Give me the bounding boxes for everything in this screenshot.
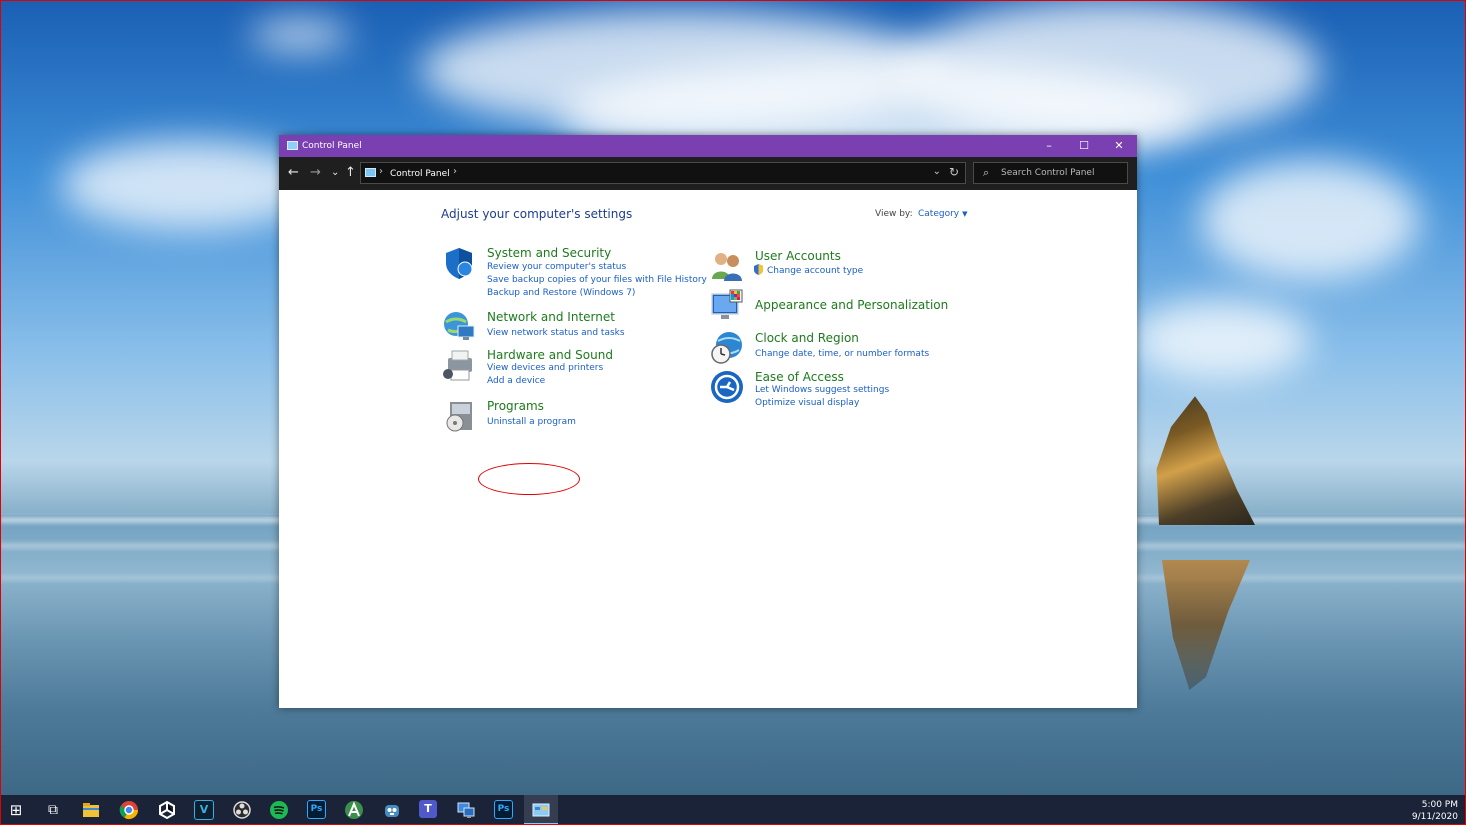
category-title[interactable]: Programs <box>487 399 544 413</box>
forward-arrow-icon[interactable]: → <box>310 165 321 181</box>
page-heading: Adjust your computer's settings <box>441 207 633 221</box>
control-panel-small-icon <box>365 168 376 177</box>
dropdown-caret-icon: ▼ <box>962 210 968 218</box>
search-icon: ⌕ <box>983 166 990 179</box>
link-file-history[interactable]: Save backup copies of your files with Fi… <box>487 274 707 286</box>
highlight-circle <box>478 463 580 495</box>
user-accounts-icon <box>712 253 742 281</box>
link-network-status[interactable]: View network status and tasks <box>487 327 625 339</box>
view-by-dropdown[interactable]: Category ▼ <box>918 209 968 219</box>
address-field[interactable]: › Control Panel › ⌄ ↻ <box>360 162 966 184</box>
chrome-icon[interactable] <box>119 800 139 820</box>
category-title[interactable]: Clock and Region <box>755 331 859 345</box>
category-title[interactable]: Ease of Access <box>755 370 844 384</box>
photoshop-icon-2[interactable]: Ps <box>494 800 513 819</box>
link-optimize-display[interactable]: Optimize visual display <box>755 397 859 409</box>
godot-icon[interactable] <box>382 800 402 820</box>
close-button[interactable]: ✕ <box>1102 135 1136 157</box>
breadcrumb-trail-chevron-icon[interactable]: › <box>453 166 457 177</box>
appearance-monitor-icon <box>711 289 743 319</box>
system-clock[interactable]: 5:00 PM 9/11/2020 <box>1412 799 1458 823</box>
spotify-icon[interactable] <box>269 800 289 820</box>
active-app-highlight <box>524 795 558 825</box>
file-explorer-icon[interactable] <box>81 800 101 820</box>
view-by-value: Category <box>918 209 960 219</box>
back-arrow-icon[interactable]: ← <box>288 165 299 181</box>
teams-icon[interactable]: T <box>419 800 437 818</box>
clock-globe-icon <box>711 332 742 364</box>
search-input[interactable] <box>1001 166 1121 180</box>
taskbar: ⊞ ⧉ V Ps T Ps <box>0 795 1466 825</box>
rock-formation <box>1156 396 1255 525</box>
cloud <box>1200 160 1420 280</box>
clock-time: 5:00 PM <box>1421 800 1458 810</box>
minimize-button[interactable]: – <box>1032 135 1066 157</box>
uac-shield-icon <box>754 264 763 275</box>
category-title[interactable]: System and Security <box>487 246 611 260</box>
breadcrumb-control-panel[interactable]: Control Panel <box>390 168 450 180</box>
clock-date: 9/11/2020 <box>1411 812 1458 822</box>
link-review-status[interactable]: Review your computer's status <box>487 261 626 273</box>
category-title[interactable]: Hardware and Sound <box>487 348 613 362</box>
breadcrumb-separator-icon: › <box>379 166 383 177</box>
programs-icon <box>446 402 472 432</box>
link-date-time-formats[interactable]: Change date, time, or number formats <box>755 348 929 360</box>
control-panel-window: Control Panel – ☐ ✕ ← → ⌄ ↑ › Control Pa… <box>279 135 1137 708</box>
control-panel-icon <box>287 141 298 150</box>
start-button-windows-icon[interactable]: ⊞ <box>6 800 26 820</box>
vegas-icon[interactable]: V <box>194 800 214 820</box>
address-dropdown-chevron-icon[interactable]: ⌄ <box>933 166 941 177</box>
printer-icon <box>443 350 472 381</box>
android-studio-icon[interactable] <box>344 800 364 820</box>
recent-locations-chevron-icon[interactable]: ⌄ <box>331 165 339 181</box>
title-bar[interactable]: Control Panel – ☐ ✕ <box>279 135 1137 157</box>
category-title[interactable]: User Accounts <box>755 249 841 263</box>
photoshop-icon[interactable]: Ps <box>307 800 326 819</box>
obs-icon[interactable] <box>232 800 252 820</box>
network-globe-icon <box>444 312 475 340</box>
cloud <box>900 0 1320 140</box>
unity-icon[interactable] <box>157 800 177 820</box>
category-title[interactable]: Appearance and Personalization <box>755 298 948 312</box>
view-by-label: View by: <box>875 209 913 219</box>
link-suggest-settings[interactable]: Let Windows suggest settings <box>755 384 889 396</box>
search-box[interactable]: ⌕ <box>973 162 1128 184</box>
cloud <box>250 20 350 50</box>
maximize-button[interactable]: ☐ <box>1067 135 1101 157</box>
ease-of-access-icon <box>711 371 743 403</box>
link-uninstall-program[interactable]: Uninstall a program <box>487 416 576 428</box>
link-devices-printers[interactable]: View devices and printers <box>487 362 603 374</box>
link-backup-restore[interactable]: Backup and Restore (Windows 7) <box>487 287 635 299</box>
window-title: Control Panel <box>302 141 362 151</box>
up-arrow-icon[interactable]: ↑ <box>345 165 356 181</box>
link-change-account-type[interactable]: Change account type <box>767 265 863 277</box>
refresh-icon[interactable]: ↻ <box>949 165 959 179</box>
network-computer-icon[interactable] <box>456 800 476 820</box>
link-add-device[interactable]: Add a device <box>487 375 545 387</box>
address-bar: ← → ⌄ ↑ › Control Panel › ⌄ ↻ ⌕ <box>279 157 1137 190</box>
task-view-icon[interactable]: ⧉ <box>43 800 63 820</box>
content-area: Adjust your computer's settings View by:… <box>279 190 1137 708</box>
cloud <box>1130 300 1310 380</box>
category-title[interactable]: Network and Internet <box>487 310 615 324</box>
shield-icon <box>446 248 473 279</box>
